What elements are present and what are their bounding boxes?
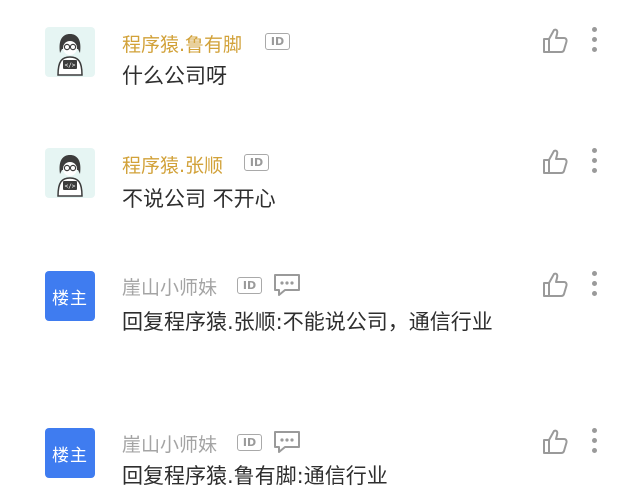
user-avatar[interactable]: </>	[45, 27, 95, 77]
coder-avatar-icon: </>	[57, 34, 83, 76]
comment-text: 回复程序猿.鲁有脚:通信行业	[122, 464, 388, 488]
more-options-icon[interactable]	[587, 27, 601, 57]
like-icon[interactable]	[541, 148, 569, 176]
comment-text: 什么公司呀	[122, 64, 227, 88]
more-options-icon[interactable]	[587, 428, 601, 458]
author-name[interactable]: 崖山小师妹	[122, 273, 217, 300]
id-badge: ID	[265, 33, 290, 50]
comment-text: 不说公司 不开心	[122, 187, 276, 211]
author-name[interactable]: 程序猿.张顺	[122, 151, 223, 178]
like-icon[interactable]	[541, 428, 569, 456]
author-name[interactable]: 程序猿.鲁有脚	[122, 30, 242, 57]
author-name[interactable]: 崖山小师妹	[122, 430, 217, 457]
message-icon[interactable]	[273, 430, 301, 454]
like-icon[interactable]	[541, 27, 569, 55]
id-badge: ID	[237, 277, 262, 294]
svg-text:</>: </>	[65, 183, 76, 190]
id-badge: ID	[237, 434, 262, 451]
message-icon[interactable]	[273, 273, 301, 297]
op-avatar[interactable]: 楼主	[45, 271, 95, 321]
comment-text: 回复程序猿.张顺:不能说公司，通信行业	[122, 310, 493, 334]
user-avatar[interactable]: </>	[45, 148, 95, 198]
coder-avatar-icon: </>	[57, 155, 83, 197]
more-options-icon[interactable]	[587, 148, 601, 178]
svg-text:</>: </>	[65, 62, 76, 69]
like-icon[interactable]	[541, 271, 569, 299]
more-options-icon[interactable]	[587, 271, 601, 301]
id-badge: ID	[244, 154, 269, 171]
